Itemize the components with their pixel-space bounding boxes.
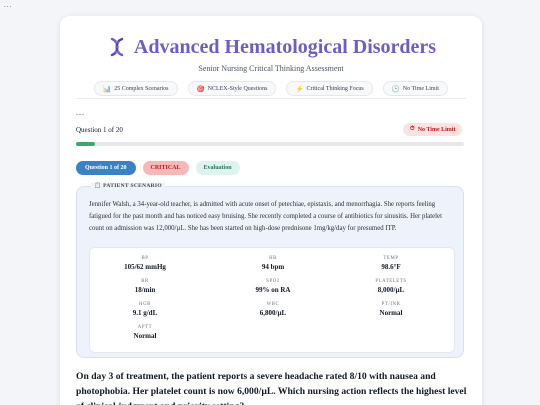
page-title: Advanced Hematological Disorders [133,35,437,58]
page-subtitle: Senior Nursing Critical Thinking Assessm… [198,64,344,73]
feature-pill-label: No Time Limit [402,85,439,92]
vital-value: Normal [379,309,403,317]
scenario-label: 📋 PATIENT SCENARIO [91,183,165,189]
progress-fill [76,142,96,146]
vital-spo2: SPO2 99% on RA [218,279,328,294]
vital-label: RR [141,279,149,284]
vital-value: 105/62 mmHg [124,263,166,271]
question-counter: Question 1 of 20 [76,126,123,134]
vital-label: PT/INR [381,302,401,307]
vital-temp: TEMP 98.6°F [336,256,446,271]
clock-icon: 🕒 [391,85,400,93]
vital-rr: RR 18/min [90,279,200,294]
lightning-icon: ⚡ [295,85,304,93]
question-tags: Question 1 of 20 CRITICAL Evaluation [76,161,240,175]
patient-scenario: 📋 PATIENT SCENARIO Jennifer Walsh, a 34-… [76,183,464,358]
feature-pill: 📊 25 Complex Scenarios [94,81,178,96]
question-number-tag: Question 1 of 20 [76,161,136,175]
feature-pill-label: 25 Complex Scenarios [114,85,169,92]
feature-pills: 📊 25 Complex Scenarios 🎯 NCLEX-Style Quest… [60,81,482,96]
quiz-card: Advanced Hematological Disorders Senior … [60,16,482,405]
timer-label: No Time Limit [417,126,456,133]
vital-wbc: WBC 6,800/µL [218,302,328,317]
vital-value: 6,800/µL [259,309,287,317]
vital-label: BP [141,256,149,261]
question-stem: On day 3 of treatment, the patient repor… [76,371,467,405]
vital-value: 98.6°F [381,263,401,271]
vital-value: 99% on RA [255,286,291,294]
header-divider [76,98,466,99]
vital-hgb: HGB 9.1 g/dL [90,302,200,317]
scenario-label-text: PATIENT SCENARIO [103,183,162,189]
feature-pill-label: Critical Thinking Focus [306,85,364,92]
vital-label: PLATELETS [375,279,407,284]
feature-pill: ⚡ Critical Thinking Focus [286,81,373,96]
header: Advanced Hematological Disorders Senior … [60,34,482,96]
severity-tag: CRITICAL [142,161,189,175]
vital-pt-inr: PT/INR Normal [336,302,446,317]
vital-hr: HR 94 bpm [218,256,328,271]
vital-label: HGB [139,302,151,307]
vital-value: 8,000/µL [377,286,405,294]
top-ellipsis: ... [4,1,13,9]
vital-value: 9.1 g/dL [132,309,158,317]
scenario-text: Jennifer Walsh, a 34-year-old teacher, i… [89,201,442,232]
mid-ellipsis: ... [76,108,85,117]
vital-platelets: PLATELETS 8,000/µL [336,279,446,294]
vital-label: APTT [137,325,153,330]
chart-icon: 📊 [103,85,112,93]
progress-bar [76,142,464,146]
feature-pill-label: NCLEX-Style Questions [207,85,268,92]
vital-value: 18/min [134,286,156,294]
feature-pill: 🕒 No Time Limit [382,81,448,96]
feature-pill: 🎯 NCLEX-Style Questions [187,81,277,96]
vital-label: WBC [266,302,280,307]
vital-bp: BP 105/62 mmHg [90,256,200,271]
vital-value: Normal [133,332,157,340]
vital-value: 94 bpm [261,263,285,271]
vital-label: HR [269,256,277,261]
vitals-panel: BP 105/62 mmHg HR 94 bpm TEMP 98.6°F RR … [89,247,455,353]
clipboard-icon: 📋 [94,183,102,189]
target-icon: 🎯 [196,85,205,93]
question-type-tag: Evaluation [195,161,240,175]
vital-label: TEMP [383,256,399,261]
dna-icon [106,36,128,58]
stopwatch-icon: ⏱ [410,126,415,132]
vital-label: SPO2 [266,279,280,284]
vital-aptt: APTT Normal [90,325,200,340]
title-row: Advanced Hematological Disorders [60,34,482,60]
timer-badge: ⏱ No Time Limit [403,123,463,136]
